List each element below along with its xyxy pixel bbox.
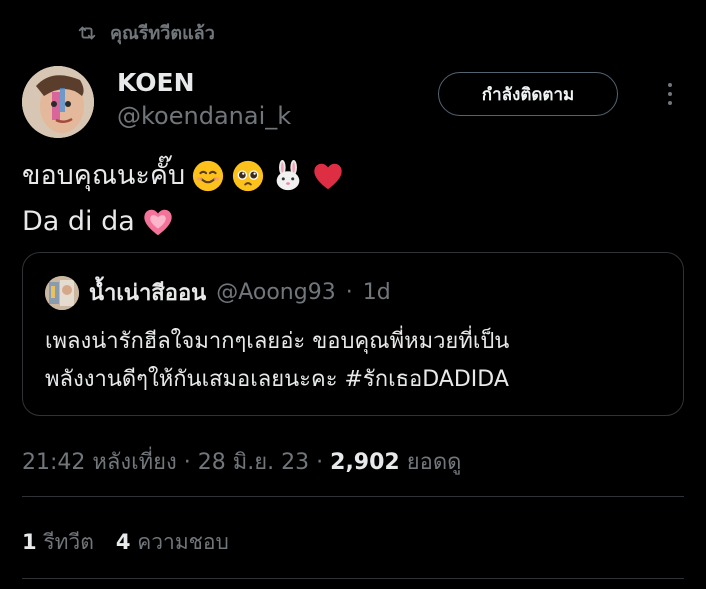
retweets-stat[interactable]: 1 รีทวีต	[22, 526, 94, 559]
quoted-author-name[interactable]: น้ำเน่าสีออน	[89, 275, 206, 310]
meta-separator-1: ·	[183, 450, 191, 475]
quoted-avatar[interactable]	[45, 275, 79, 310]
tweet-text: ขอบคุณนะคั๊บ Da di da	[22, 153, 345, 245]
engagement-stats: 1 รีทวีต 4 ความชอบ	[22, 526, 229, 559]
quoted-tweet-header: น้ำเน่าสีออน @Aoong93 · 1d	[45, 275, 391, 310]
red-heart-emoji	[314, 163, 342, 190]
quoted-text-line-1: เพลงน่ารักฮีลใจมากๆเลยอ่ะ ขอบคุณพี่หมวยท…	[45, 329, 510, 354]
retweet-label: คุณรีทวีตแล้ว	[110, 23, 215, 44]
retweet-icon	[78, 26, 96, 39]
tweet-line-1: ขอบคุณนะคั๊บ	[22, 153, 345, 199]
quoted-separator: ·	[345, 280, 353, 305]
more-options-icon[interactable]	[656, 80, 684, 108]
tweet-header: KOEN @koendanai_k กำลังติดตาม	[22, 64, 684, 138]
views-label: ยอดดู	[406, 450, 462, 475]
retweets-count: 1	[22, 530, 37, 554]
likes-label: ความชอบ	[137, 530, 229, 554]
tweet-time[interactable]: 21:42 หลังเที่ยง	[22, 450, 177, 475]
likes-stat[interactable]: 4 ความชอบ	[116, 526, 229, 559]
meta-separator-2: ·	[316, 450, 324, 475]
views-count: 2,902	[330, 450, 400, 475]
pleading-face-emoji	[232, 160, 264, 192]
quoted-tweet-text: เพลงน่ารักฮีลใจมากๆเลยอ่ะ ขอบคุณพี่หมวยท…	[45, 323, 665, 399]
smiling-face-emoji	[192, 160, 224, 192]
author-handle[interactable]: @koendanai_k	[117, 102, 291, 130]
divider	[22, 578, 684, 579]
tweet-line-2: Da di da	[22, 199, 345, 245]
quoted-author-handle[interactable]: @Aoong93	[216, 280, 336, 305]
growing-heart-emoji	[144, 209, 172, 236]
quoted-tweet[interactable]: น้ำเน่าสีออน @Aoong93 · 1d เพลงน่ารักฮีล…	[22, 252, 684, 416]
following-button[interactable]: กำลังติดตาม	[438, 72, 618, 116]
quoted-timestamp[interactable]: 1d	[363, 280, 391, 305]
likes-count: 4	[115, 530, 131, 554]
avatar[interactable]	[22, 66, 94, 138]
author-name[interactable]: KOEN	[117, 68, 195, 97]
retweets-label: รีทวีต	[43, 530, 94, 554]
tweet-line-2-text: Da di da	[22, 206, 135, 237]
tweet-date[interactable]: 28 มิ.ย. 23	[198, 450, 309, 475]
tweet-line-1-text: ขอบคุณนะคั๊บ	[22, 160, 186, 191]
tweet-meta: 21:42 หลังเที่ยง · 28 มิ.ย. 23 · 2,902 ย…	[22, 444, 461, 479]
quoted-text-line-2: พลังงานดีๆให้กันเสมอเลยนะคะ #รักเธอDADID…	[45, 367, 509, 392]
retweet-indicator: คุณรีทวีตแล้ว	[76, 18, 215, 47]
rabbit-face-emoji	[276, 159, 300, 191]
divider	[22, 496, 684, 497]
